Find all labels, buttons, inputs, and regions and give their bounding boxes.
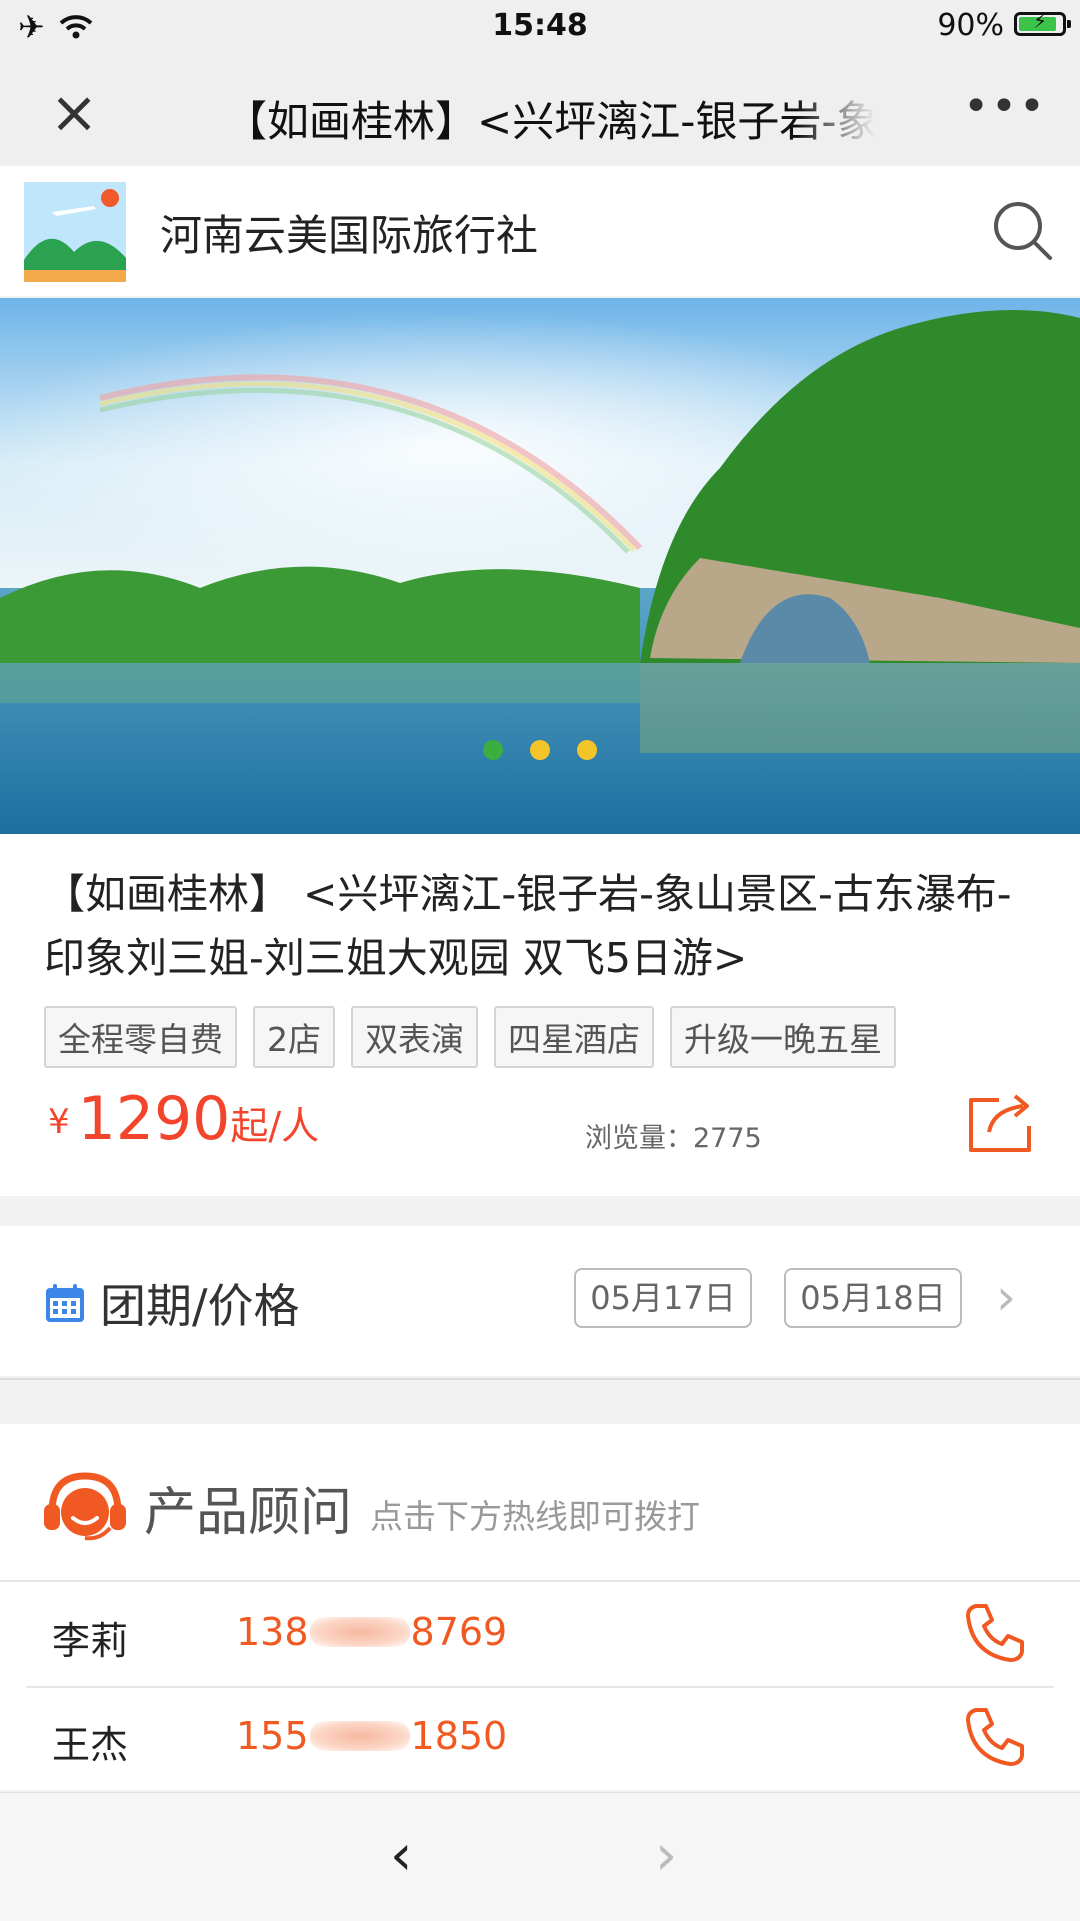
date-chip[interactable]: 05月18日 xyxy=(784,1268,962,1328)
page-title: 【如画桂林】<兴坪漓江-银子岩-象山景区-古东瀑布-印象刘三姐-刘三姐大观园 双… xyxy=(225,97,875,146)
date-price-section[interactable]: 团期/价格 05月17日 05月18日 › xyxy=(0,1226,1080,1376)
tag-list: 全程零自费 2店 双表演 四星酒店 升级一晚五星 xyxy=(44,1006,896,1068)
more-button[interactable]: ••• xyxy=(960,82,1050,142)
search-button[interactable] xyxy=(990,198,1056,264)
contact-phone[interactable]: 138 8769 xyxy=(236,1610,507,1654)
chevron-right-icon[interactable]: › xyxy=(996,1268,1016,1326)
nav-bar: × 【如画桂林】<兴坪漓江-银子岩-象山景区-古东瀑布-印象刘三姐-刘三姐大观园… xyxy=(0,54,1080,166)
phone-suffix: 8769 xyxy=(410,1610,508,1654)
carousel-dot[interactable] xyxy=(577,740,598,760)
price-value: 1290 xyxy=(77,1084,231,1154)
back-button[interactable]: ‹ xyxy=(390,1823,412,1888)
consultant-title: 产品顾问 xyxy=(144,1483,353,1543)
phone-prefix: 155 xyxy=(236,1714,309,1758)
status-bar: ✈ 15:48 90% ⚡ xyxy=(0,0,1080,54)
headset-icon xyxy=(44,1472,126,1541)
shop-header: 河南云美国际旅行社 xyxy=(0,166,1080,296)
divider xyxy=(0,1580,1080,1582)
battery-icon: ⚡ xyxy=(1014,9,1071,36)
carousel-dots xyxy=(0,740,1080,764)
product-tag: 2店 xyxy=(253,1006,335,1068)
product-title: 【如画桂林】 <兴坪漓江-银子岩-象山景区-古东瀑布-印象刘三姐-刘三姐大观园 … xyxy=(44,870,1012,982)
shop-logo[interactable] xyxy=(24,182,126,282)
contact-name: 李莉 xyxy=(52,1619,129,1663)
forward-button[interactable]: › xyxy=(655,1823,677,1888)
phone-redaction xyxy=(309,1721,410,1751)
divider xyxy=(0,1378,1080,1380)
phone-redaction xyxy=(309,1617,410,1647)
date-section-label: 团期/价格 xyxy=(100,1279,300,1333)
status-time: 15:48 xyxy=(492,8,588,43)
more-icon: ••• xyxy=(963,81,1047,132)
phone-icon[interactable] xyxy=(962,1600,1028,1666)
consultant-subtitle: 点击下方热线即可拨打 xyxy=(370,1497,700,1536)
date-chip[interactable]: 05月17日 xyxy=(574,1268,752,1328)
product-tag: 双表演 xyxy=(351,1006,478,1068)
share-button[interactable] xyxy=(965,1086,1037,1156)
product-tag: 升级一晚五星 xyxy=(670,1006,896,1068)
price-currency: ¥ xyxy=(48,1102,70,1142)
consultant-section: 产品顾问 点击下方热线即可拨打 李莉 138 8769 王杰 155 1850 xyxy=(0,1424,1080,1790)
carousel-dot[interactable] xyxy=(530,740,550,760)
divider xyxy=(26,1686,1054,1688)
price: ¥1290起/人 xyxy=(48,1084,319,1154)
close-icon: × xyxy=(49,78,99,146)
banner-carousel[interactable] xyxy=(0,298,1080,834)
search-icon xyxy=(994,202,1052,260)
contact-phone[interactable]: 155 1850 xyxy=(236,1714,507,1758)
battery-percent: 90% xyxy=(937,8,1004,43)
product-info: 【如画桂林】 <兴坪漓江-银子岩-象山景区-古东瀑布-印象刘三姐-刘三姐大观园 … xyxy=(0,834,1080,1196)
browser-bottom-bar: ‹ › xyxy=(0,1792,1080,1921)
phone-prefix: 138 xyxy=(236,1610,309,1654)
shop-name: 河南云美国际旅行社 xyxy=(160,211,539,260)
forward-icon: › xyxy=(655,1823,678,1888)
back-icon: ‹ xyxy=(390,1823,413,1888)
calendar-icon xyxy=(46,1284,84,1322)
view-count: 浏览量：2775 xyxy=(585,1123,762,1154)
share-icon xyxy=(969,1094,1031,1152)
contact-name: 王杰 xyxy=(52,1723,129,1767)
carousel-dot[interactable] xyxy=(482,740,503,760)
product-tag: 全程零自费 xyxy=(44,1006,237,1068)
close-button[interactable]: × xyxy=(40,78,108,146)
phone-suffix: 1850 xyxy=(410,1714,508,1758)
product-tag: 四星酒店 xyxy=(494,1006,654,1068)
price-unit: 起/人 xyxy=(230,1104,320,1148)
phone-icon[interactable] xyxy=(962,1704,1028,1770)
